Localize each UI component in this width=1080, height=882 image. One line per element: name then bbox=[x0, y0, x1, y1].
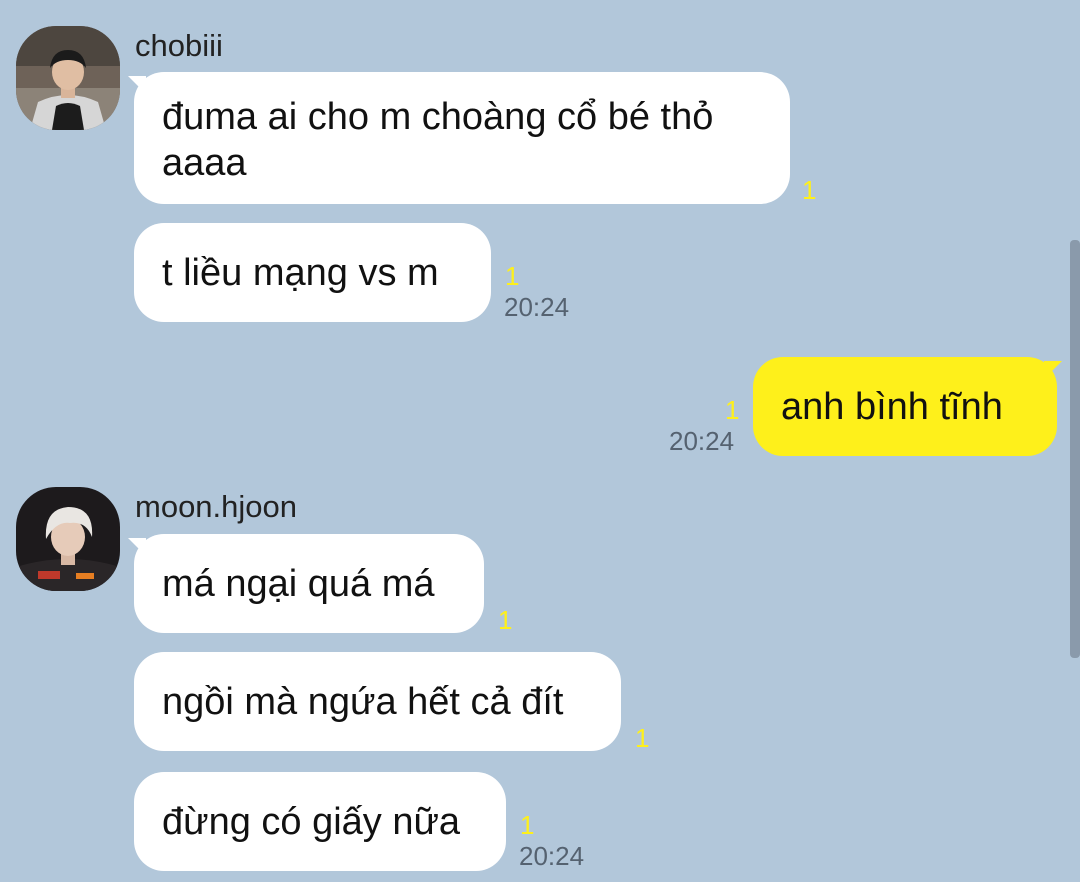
message-text: đừng có giấy nữa bbox=[162, 800, 461, 843]
chobiii-avatar[interactable] bbox=[16, 26, 120, 130]
chat-room: chobiii đuma ai cho m choàng cổ bé thỏ a… bbox=[0, 0, 1080, 882]
sender-name-chobiii: chobiii bbox=[135, 28, 223, 63]
message-time: 20:24 bbox=[519, 841, 585, 871]
unread-count: 1 bbox=[498, 605, 513, 635]
moon-hjoon-avatar[interactable] bbox=[16, 487, 120, 591]
unread-count: 1 bbox=[520, 810, 535, 840]
my-message-bubble[interactable]: anh bình tĩnh bbox=[753, 357, 1057, 456]
message-text: anh bình tĩnh bbox=[781, 385, 1003, 428]
message-time: 20:24 bbox=[669, 426, 735, 456]
message-text: t liều mạng vs m bbox=[162, 251, 439, 294]
unread-count: 1 bbox=[505, 261, 520, 291]
unread-count: 1 bbox=[802, 175, 817, 205]
message-text: ngồi mà ngứa hết cả đít bbox=[162, 680, 564, 723]
bubble-tail bbox=[1044, 361, 1062, 379]
unread-count: 1 bbox=[725, 395, 740, 425]
message-bubble[interactable]: đuma ai cho m choàng cổ bé thỏ aaaa bbox=[134, 72, 790, 204]
message-bubble[interactable]: t liều mạng vs m bbox=[134, 223, 491, 322]
scrollbar[interactable] bbox=[1070, 240, 1080, 658]
profile-photo-icon bbox=[16, 487, 120, 591]
message-time: 20:24 bbox=[504, 292, 570, 322]
message-bubble[interactable]: má ngại quá má bbox=[134, 534, 484, 633]
sender-name-moon-hjoon: moon.hjoon bbox=[135, 489, 298, 524]
message-text: má ngại quá má bbox=[162, 562, 435, 605]
unread-count: 1 bbox=[635, 723, 650, 753]
message-bubble[interactable]: đừng có giấy nữa bbox=[134, 772, 506, 871]
message-bubble[interactable]: ngồi mà ngứa hết cả đít bbox=[134, 652, 621, 751]
message-text: đuma ai cho m choàng cổ bé thỏ aaaa bbox=[162, 96, 714, 184]
profile-photo-icon bbox=[16, 26, 120, 130]
